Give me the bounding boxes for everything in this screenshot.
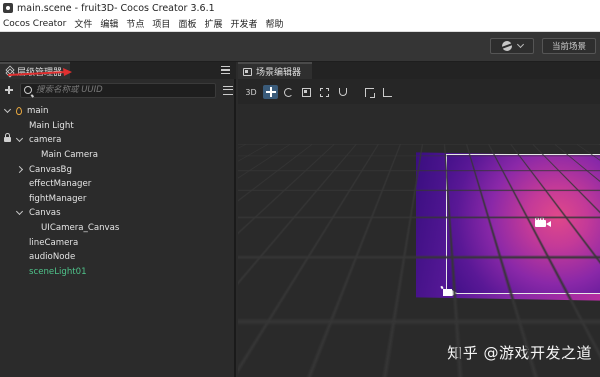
tree-node-label: UICamera_Canvas: [41, 223, 120, 234]
annotation-arrow: [7, 68, 72, 76]
tree-node[interactable]: Main Light: [0, 119, 234, 134]
scale-tool-button[interactable]: [299, 85, 314, 99]
add-node-icon[interactable]: [2, 83, 16, 97]
globe-icon: [501, 41, 512, 51]
tab-scene-editor[interactable]: 场景编辑器: [238, 62, 312, 79]
hierarchy-panel: 层级管理器 main Main Light camera Main Camera Can…: [0, 62, 236, 377]
chevron-down-icon[interactable]: [15, 135, 24, 143]
toolbar-right-group: 当前场景: [490, 38, 596, 54]
scene-icon: [243, 67, 252, 76]
scene-tools: 3D: [242, 85, 395, 99]
annotation-arrow-line: [7, 71, 67, 76]
menu-edit[interactable]: 编辑: [96, 17, 122, 30]
tree-node-label: CanvasBg: [29, 164, 72, 175]
node-tree: main Main Light camera Main Camera CanvasBg e…: [0, 104, 234, 279]
hierarchy-search-row: [0, 81, 234, 99]
tree-node[interactable]: main: [0, 104, 234, 119]
chevron-right-icon[interactable]: [15, 166, 24, 174]
tree-node-label: lineCamera: [29, 237, 79, 248]
pivot-tool-button[interactable]: [362, 85, 377, 99]
hierarchy-tab-bar: 层级管理器: [0, 62, 236, 79]
local-tool-button[interactable]: [380, 85, 395, 99]
scene-viewport[interactable]: 知乎 @游戏开发之道: [238, 104, 600, 377]
chevron-down-icon[interactable]: [15, 208, 24, 216]
annotation-arrow-head: [63, 68, 72, 76]
rotate-tool-button[interactable]: [281, 85, 296, 99]
move-tool-button[interactable]: [263, 85, 278, 99]
title-bar: main.scene - fruit3D- Cocos Creator 3.6.…: [0, 0, 600, 16]
scene-tab-label: 场景编辑器: [256, 68, 302, 78]
list-options-icon[interactable]: [223, 85, 233, 95]
camera-body-icon: [535, 220, 546, 227]
menu-cocos-creator[interactable]: Cocos Creator: [0, 19, 70, 29]
camera-lens-icon: [546, 221, 551, 227]
main-toolbar: 当前场景: [0, 32, 600, 62]
hierarchy-search-box[interactable]: [20, 82, 216, 98]
lock-icon[interactable]: [4, 133, 11, 143]
app-icon: [3, 3, 13, 13]
scene-tab-bar: 场景编辑器: [238, 62, 600, 79]
panel-menu-icon[interactable]: [221, 66, 230, 74]
light-gizmo-icon[interactable]: [440, 285, 457, 300]
pivot-icon: [365, 87, 375, 98]
tree-node[interactable]: UICamera_Canvas: [0, 221, 234, 236]
scale-icon: [302, 87, 311, 97]
window-title: main.scene - fruit3D- Cocos Creator 3.6.…: [17, 2, 215, 14]
tree-node-label: sceneLight01: [29, 266, 87, 277]
tree-node[interactable]: audioNode: [0, 250, 234, 265]
current-scene-button[interactable]: 当前场景: [542, 38, 596, 54]
menu-developer[interactable]: 开发者: [226, 17, 261, 30]
chevron-down-icon: [516, 40, 524, 49]
light-lens-icon: [452, 290, 457, 296]
scene-editor-panel: 场景编辑器 3D 知乎 @游戏开发之道: [238, 62, 600, 377]
tree-node-label: fightManager: [29, 193, 87, 204]
tree-node[interactable]: sceneLight01: [0, 265, 234, 280]
menu-bar: Cocos Creator 文件 编辑 节点 项目 面板 扩展 开发者 帮助: [0, 16, 600, 32]
tree-node-label: audioNode: [29, 252, 76, 263]
move-icon: [265, 87, 276, 97]
toggle-3d-button[interactable]: 3D: [242, 85, 260, 99]
snap-tool-button[interactable]: [335, 85, 350, 99]
rotate-icon: [284, 87, 293, 97]
tree-node-label: Canvas: [29, 208, 61, 219]
menu-node[interactable]: 节点: [122, 17, 148, 30]
tree-node-label: camera: [29, 135, 62, 146]
camera-gizmo-icon[interactable]: [535, 217, 551, 228]
tree-node-label: effectManager: [29, 179, 92, 190]
search-icon: [24, 86, 32, 94]
tree-node[interactable]: lineCamera: [0, 235, 234, 250]
chevron-down-icon[interactable]: [3, 105, 12, 114]
rect-icon: [320, 87, 329, 97]
preview-platform-dropdown[interactable]: [490, 38, 534, 54]
scene-root-icon: [16, 107, 22, 115]
tree-node[interactable]: CanvasBg: [0, 162, 234, 177]
canvas-frame[interactable]: [446, 154, 600, 294]
light-body-icon: [443, 289, 452, 296]
menu-extension[interactable]: 扩展: [200, 17, 226, 30]
menu-panel[interactable]: 面板: [174, 17, 200, 30]
hierarchy-search-input[interactable]: [36, 85, 206, 95]
menu-help[interactable]: 帮助: [261, 17, 287, 30]
rect-tool-button[interactable]: [317, 85, 332, 99]
local-icon: [383, 87, 392, 97]
tree-node[interactable]: Canvas: [0, 206, 234, 221]
tree-node[interactable]: camera: [0, 133, 234, 148]
tree-node-label: Main Light: [29, 120, 74, 131]
ground-grid: [238, 104, 600, 144]
menu-file[interactable]: 文件: [70, 17, 96, 30]
tree-node-label: Main Camera: [41, 150, 98, 161]
watermark: 知乎 @游戏开发之道: [447, 344, 592, 362]
tree-node[interactable]: Main Camera: [0, 148, 234, 163]
snap-icon: [338, 88, 347, 96]
tree-node[interactable]: fightManager: [0, 192, 234, 207]
tree-node[interactable]: effectManager: [0, 177, 234, 192]
menu-project[interactable]: 项目: [148, 17, 174, 30]
tree-node-label: main: [27, 106, 49, 117]
